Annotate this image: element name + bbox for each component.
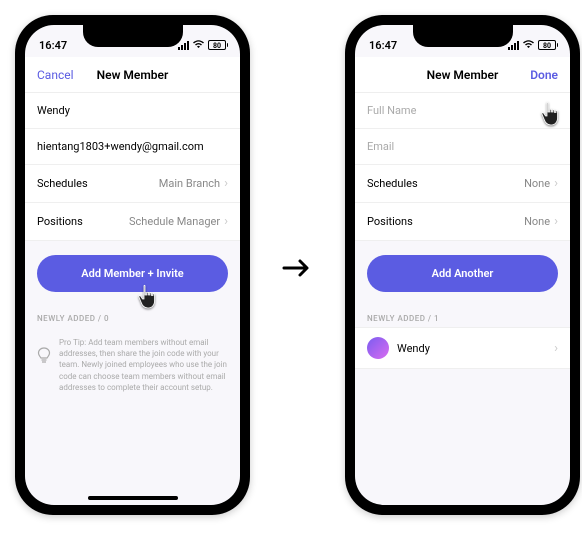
nav-title: New Member (427, 68, 499, 82)
chevron-right-icon: › (554, 341, 558, 356)
email-input-row[interactable]: hientang1803+wendy@gmail.com (25, 129, 240, 165)
phone-right-frame: 16:47 80 New Member Done Full Name Email… (345, 15, 580, 515)
notch (413, 25, 513, 47)
positions-label: Positions (367, 215, 413, 228)
nav-bar: New Member Done (355, 57, 570, 93)
add-member-invite-button[interactable]: Add Member + Invite (37, 255, 228, 292)
schedules-label: Schedules (37, 177, 88, 190)
positions-value: None (524, 215, 550, 228)
schedules-label: Schedules (367, 177, 418, 190)
cancel-button[interactable]: Cancel (37, 68, 74, 82)
battery-icon: 80 (538, 40, 556, 50)
email-input-row[interactable]: Email (355, 129, 570, 165)
phone-left-frame: 16:47 80 Cancel New Member Wendy hientan… (15, 15, 250, 515)
status-time: 16:47 (369, 39, 397, 52)
status-time: 16:47 (39, 39, 67, 52)
chevron-right-icon: › (554, 176, 558, 191)
screen-right: 16:47 80 New Member Done Full Name Email… (355, 25, 570, 505)
schedules-value: Main Branch (159, 177, 220, 190)
name-placeholder: Full Name (367, 104, 416, 117)
newly-added-label: NEWLY ADDED / 1 (355, 306, 570, 327)
status-icons: 80 (178, 39, 226, 52)
lightbulb-icon (37, 347, 51, 369)
notch (83, 25, 183, 47)
name-input-row[interactable]: Wendy (25, 93, 240, 129)
tip-text: Pro Tip: Add team members without email … (59, 337, 228, 393)
home-indicator[interactable] (88, 496, 178, 500)
positions-label: Positions (37, 215, 83, 228)
member-name: Wendy (397, 342, 430, 355)
nav-bar: Cancel New Member (25, 57, 240, 93)
add-another-button[interactable]: Add Another (367, 255, 558, 292)
name-input-value: Wendy (37, 104, 70, 117)
schedules-row[interactable]: Schedules Main Branch › (25, 165, 240, 203)
positions-row[interactable]: Positions Schedule Manager › (25, 203, 240, 241)
member-row[interactable]: Wendy › (355, 327, 570, 369)
signal-icon (178, 41, 189, 50)
email-input-value: hientang1803+wendy@gmail.com (37, 140, 204, 153)
arrow-right-icon (282, 255, 312, 285)
schedules-row[interactable]: Schedules None › (355, 165, 570, 203)
email-placeholder: Email (367, 140, 394, 153)
screen-left: 16:47 80 Cancel New Member Wendy hientan… (25, 25, 240, 505)
newly-added-label: NEWLY ADDED / 0 (25, 306, 240, 327)
chevron-right-icon: › (224, 176, 228, 191)
chevron-right-icon: › (554, 214, 558, 229)
positions-row[interactable]: Positions None › (355, 203, 570, 241)
signal-icon (508, 41, 519, 50)
wifi-icon (192, 39, 205, 52)
chevron-right-icon: › (224, 214, 228, 229)
avatar (367, 337, 389, 359)
done-button[interactable]: Done (530, 68, 558, 82)
battery-icon: 80 (208, 40, 226, 50)
pro-tip-box: Pro Tip: Add team members without email … (25, 327, 240, 403)
wifi-icon (522, 39, 535, 52)
schedules-value: None (524, 177, 550, 190)
name-input-row[interactable]: Full Name (355, 93, 570, 129)
nav-title: New Member (97, 68, 169, 82)
positions-value: Schedule Manager (129, 215, 220, 228)
status-icons: 80 (508, 39, 556, 52)
